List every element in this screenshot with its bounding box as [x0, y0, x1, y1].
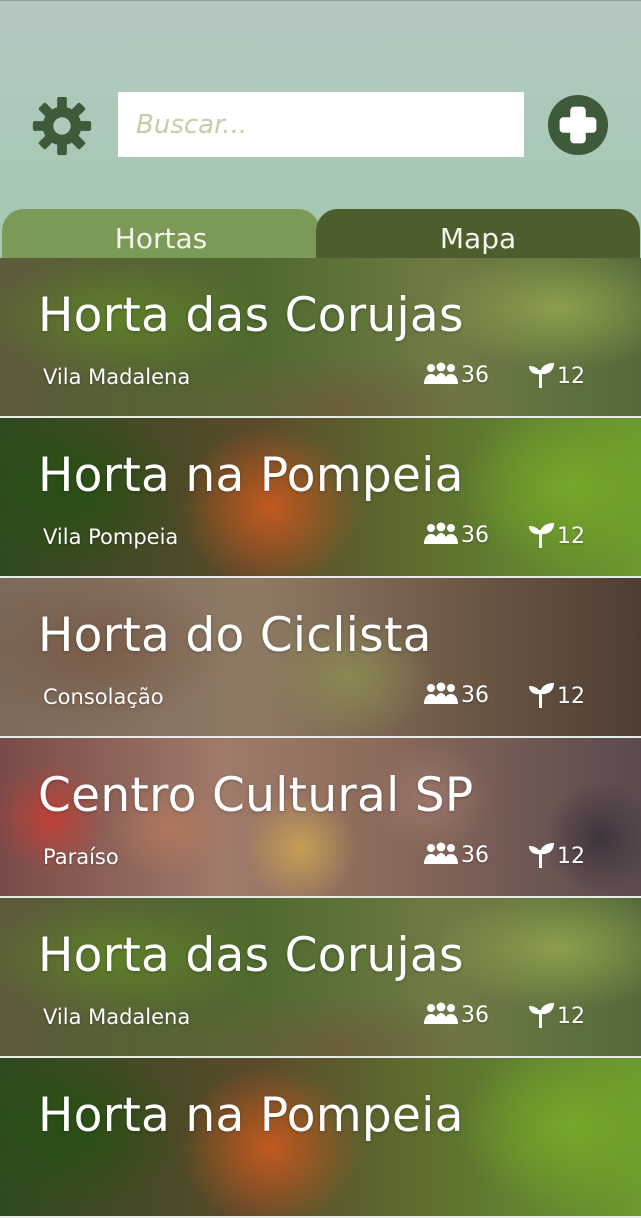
- people-icon: [424, 522, 458, 544]
- people-icon: [424, 362, 458, 384]
- garden-row[interactable]: Horta na Pompeia: [0, 1058, 641, 1218]
- tab-hortas-label: Hortas: [114, 222, 208, 255]
- garden-row[interactable]: Horta das Corujas Vila Madalena 36 12: [0, 258, 641, 418]
- garden-list: Horta das Corujas Vila Madalena 36 12 Ho…: [0, 258, 641, 1218]
- garden-name: Horta das Corujas: [38, 288, 464, 343]
- garden-name: Horta das Corujas: [38, 928, 464, 983]
- members-value: 36: [461, 1002, 489, 1028]
- members-count: 36: [423, 682, 489, 708]
- sprout-icon: [529, 843, 554, 868]
- people-icon: [424, 1002, 458, 1024]
- sprout-icon: [529, 1003, 554, 1028]
- plants-value: 12: [557, 1003, 585, 1029]
- search-input[interactable]: [118, 92, 524, 157]
- garden-location: Paraíso: [43, 845, 119, 869]
- garden-name: Centro Cultural SP: [38, 768, 474, 823]
- garden-row[interactable]: Centro Cultural SP Paraíso 36 12: [0, 738, 641, 898]
- garden-name: Horta do Ciclista: [38, 608, 432, 663]
- plants-count: 12: [528, 842, 585, 870]
- sprout-icon: [529, 683, 554, 708]
- plants-count: 12: [528, 362, 585, 390]
- members-value: 36: [461, 682, 489, 708]
- plants-value: 12: [557, 523, 585, 549]
- plants-value: 12: [557, 683, 585, 709]
- garden-row[interactable]: Horta na Pompeia Vila Pompeia 36 12: [0, 418, 641, 578]
- plants-count: 12: [528, 522, 585, 550]
- members-value: 36: [461, 522, 489, 548]
- garden-row[interactable]: Horta do Ciclista Consolação 36 12: [0, 578, 641, 738]
- plants-value: 12: [557, 843, 585, 869]
- garden-name: Horta na Pompeia: [38, 448, 464, 503]
- app-header: Hortas Mapa: [0, 0, 641, 259]
- tab-mapa[interactable]: Mapa: [316, 209, 640, 259]
- people-icon: [424, 842, 458, 864]
- garden-location: Vila Madalena: [43, 365, 191, 389]
- plants-count: 12: [528, 682, 585, 710]
- members-value: 36: [461, 362, 489, 388]
- garden-name: Horta na Pompeia: [38, 1088, 464, 1143]
- tab-hortas[interactable]: Hortas: [2, 209, 320, 259]
- garden-location: Vila Madalena: [43, 1005, 191, 1029]
- members-count: 36: [423, 522, 489, 548]
- sprout-icon: [529, 363, 554, 388]
- gear-icon[interactable]: [31, 95, 93, 157]
- members-value: 36: [461, 842, 489, 868]
- people-icon: [424, 682, 458, 704]
- garden-location: Vila Pompeia: [43, 525, 179, 549]
- garden-location: Consolação: [43, 685, 164, 709]
- tab-mapa-label: Mapa: [439, 222, 517, 255]
- garden-row[interactable]: Horta das Corujas Vila Madalena 36 12: [0, 898, 641, 1058]
- members-count: 36: [423, 842, 489, 868]
- plus-circle-icon[interactable]: [547, 94, 609, 156]
- members-count: 36: [423, 362, 489, 388]
- plants-value: 12: [557, 363, 585, 389]
- plants-count: 12: [528, 1002, 585, 1030]
- members-count: 36: [423, 1002, 489, 1028]
- sprout-icon: [529, 523, 554, 548]
